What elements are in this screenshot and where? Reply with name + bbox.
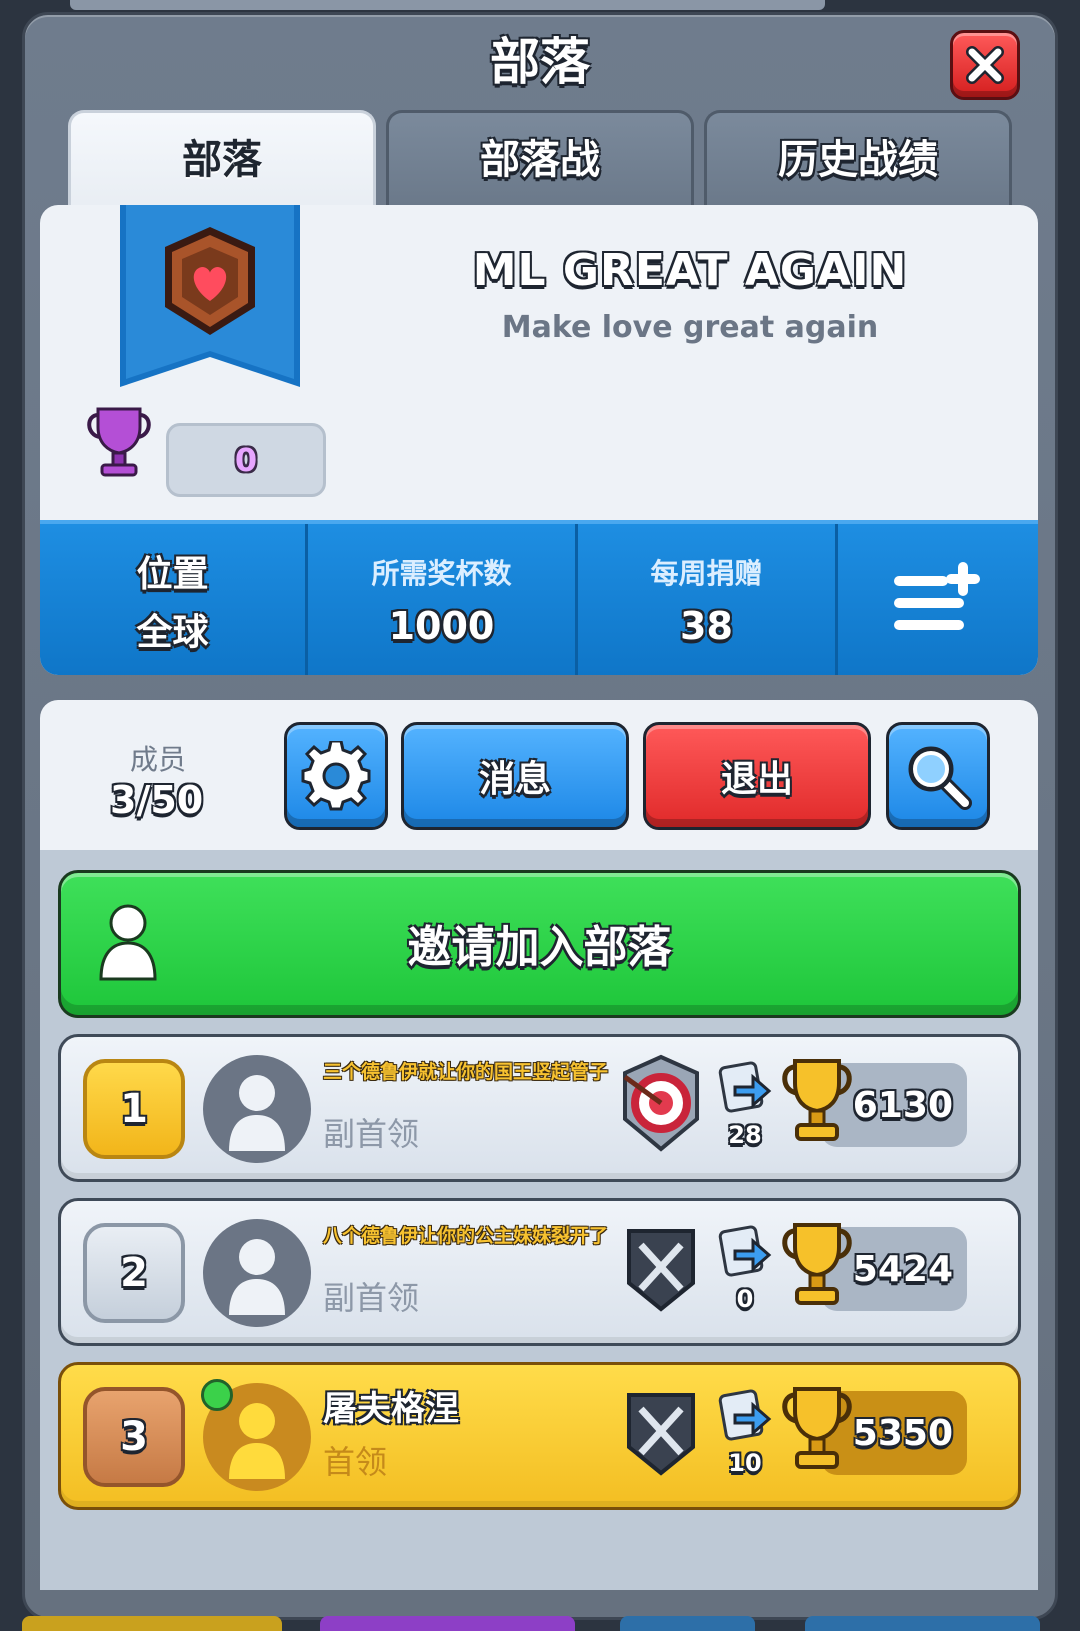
clan-banner (120, 205, 300, 387)
clan-name: ML GREAT AGAIN (472, 245, 908, 296)
trophy-icon (782, 1387, 852, 1469)
members-toolbar: 成员 3/50 消息 退出 (40, 700, 1038, 850)
invite-button-label: 邀请加入部落 (407, 922, 672, 973)
members-label: 成员 (130, 743, 187, 776)
top-strip (70, 0, 825, 10)
war-trophy-icon (87, 407, 151, 477)
member-rank-number: 3 (120, 1414, 148, 1460)
tab-label: 部落战 (480, 137, 600, 183)
tab-label: 历史战绩 (778, 137, 938, 183)
search-icon (908, 746, 972, 810)
person-icon (229, 1239, 285, 1315)
bottom-nav-tab[interactable] (22, 1616, 282, 1631)
member-donations: 0 (736, 1285, 754, 1313)
stat-weekly-donations-value: 38 (680, 603, 733, 648)
stat-location: 位置 全球 (40, 524, 308, 675)
member-name: 八个德鲁伊让你的公主妹妹裂开了 (323, 1225, 609, 1247)
member-row[interactable]: 1 三个德鲁伊就让你的国王竖起管子 副首领 28 6130 (58, 1034, 1021, 1182)
close-button[interactable] (950, 30, 1020, 100)
crossed-swords-icon (627, 1229, 695, 1312)
bottom-nav-tab[interactable] (320, 1616, 575, 1631)
clan-info-card: ML GREAT AGAIN Make love great again 0 位… (40, 205, 1038, 675)
member-row[interactable]: 2 八个德鲁伊让你的公主妹妹裂开了 副首领 0 5424 (58, 1198, 1021, 1346)
invite-button[interactable]: 邀请加入部落 (58, 870, 1021, 1018)
stat-required-trophies-label: 所需奖杯数 (371, 556, 512, 590)
leave-button-label: 退出 (720, 759, 793, 800)
clan-stats-bar: 位置 全球 所需奖杯数 1000 每周捐赠 38 (40, 520, 1038, 675)
messages-button[interactable]: 消息 (401, 722, 629, 830)
donation-icon (718, 1389, 772, 1441)
crossed-swords-icon (627, 1393, 695, 1476)
stat-weekly-donations-label: 每周捐赠 (650, 556, 763, 590)
clan-menu-button[interactable] (838, 524, 1038, 675)
gear-icon (301, 741, 371, 811)
member-name: 三个德鲁伊就让你的国王竖起管子 (323, 1061, 609, 1083)
tab-label: 部落 (182, 137, 262, 183)
list-add-icon (894, 561, 980, 630)
stat-location-value: 全球 (136, 611, 209, 653)
member-donations: 10 (728, 1449, 762, 1477)
stat-required-trophies: 所需奖杯数 1000 (308, 524, 578, 675)
war-trophy-count: 0 (166, 423, 326, 497)
target-league-icon (623, 1054, 699, 1152)
online-indicator (201, 1379, 233, 1411)
member-row-self[interactable]: 3 屠夫格涅 首领 10 5350 (58, 1362, 1021, 1510)
stat-location-label: 位置 (136, 553, 209, 595)
member-donations: 28 (728, 1121, 762, 1149)
search-button[interactable] (886, 722, 990, 830)
member-name: 屠夫格涅 (323, 1389, 459, 1429)
member-rank: 1 (83, 1059, 185, 1159)
bottom-nav-tab[interactable] (620, 1616, 755, 1631)
tab-clan-war[interactable]: 部落战 (386, 110, 694, 210)
tab-clan[interactable]: 部落 (68, 110, 376, 210)
tab-history[interactable]: 历史战绩 (704, 110, 1012, 210)
donation-icon (718, 1225, 772, 1277)
member-rank-number: 2 (120, 1250, 148, 1296)
trophy-icon (782, 1223, 852, 1305)
avatar (203, 1219, 311, 1327)
close-icon (966, 46, 1004, 84)
bottom-nav-tab[interactable] (805, 1616, 1040, 1631)
member-rank-number: 1 (120, 1086, 148, 1132)
leave-clan-button[interactable]: 退出 (643, 722, 871, 830)
member-role: 首领 (323, 1443, 388, 1481)
donation-icon (718, 1061, 772, 1113)
avatar (203, 1055, 311, 1163)
member-role: 副首领 (323, 1115, 420, 1153)
member-role: 副首领 (323, 1279, 420, 1317)
settings-button[interactable] (284, 722, 388, 830)
member-rank: 2 (83, 1223, 185, 1323)
trophy-icon (782, 1059, 852, 1141)
messages-button-label: 消息 (478, 759, 551, 800)
clan-description: Make love great again (501, 310, 879, 345)
stat-weekly-donations: 每周捐赠 38 (578, 524, 838, 675)
dialog-title: 部落 (490, 33, 590, 91)
stat-required-trophies-value: 1000 (388, 603, 495, 648)
members-count: 3/50 (110, 778, 204, 822)
person-icon (229, 1075, 285, 1151)
member-rank: 3 (83, 1387, 185, 1487)
